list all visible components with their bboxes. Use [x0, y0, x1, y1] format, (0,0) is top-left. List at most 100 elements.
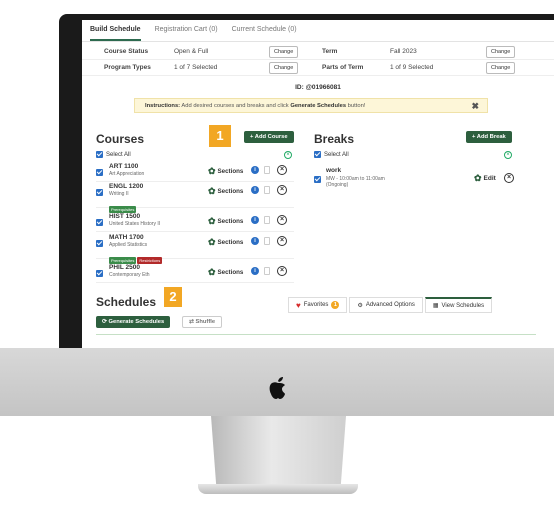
add-course-button[interactable]: + Add Course	[244, 131, 294, 143]
instructions-banner: Instructions: Add desired courses and br…	[134, 98, 488, 113]
shuffle-button[interactable]: ⇄ Shuffle	[182, 316, 223, 328]
course-name: Writing II	[109, 191, 129, 197]
close-icon[interactable]: ✖	[471, 101, 479, 112]
course-name: Contemporary Eth	[109, 272, 150, 278]
lock-icon[interactable]	[264, 216, 270, 224]
change-term-button[interactable]: Change	[486, 46, 516, 58]
course-row: MATH 1700 Applied Statistics Prerequisit…	[96, 233, 294, 264]
gear-icon: ✿	[208, 186, 216, 196]
info-icon[interactable]: i	[251, 216, 259, 224]
course-status-value: Open & Full	[174, 48, 209, 55]
remove-icon[interactable]: ×	[277, 266, 287, 276]
callout-badge-2: 2	[164, 287, 182, 307]
change-course-status-button[interactable]: Change	[269, 46, 299, 58]
courses-select-all-label: Select All	[106, 152, 131, 159]
checkbox-icon[interactable]	[314, 176, 321, 183]
imac-mockup: Build Schedule Registration Cart (0) Cur…	[0, 0, 554, 512]
checkbox-icon[interactable]	[96, 219, 103, 226]
sections-label: Sections	[217, 218, 244, 226]
instructions-bold: Generate Schedules	[290, 103, 347, 109]
remove-icon[interactable]: ×	[277, 215, 287, 225]
student-id: ID: @01966081	[295, 84, 341, 91]
divider	[96, 334, 536, 335]
breaks-select-all[interactable]: Select All	[314, 151, 349, 158]
sections-label: Sections	[217, 269, 244, 277]
gear-icon: ✿	[208, 267, 216, 277]
break-note: (Ongoing)	[326, 182, 349, 188]
checkbox-icon[interactable]	[96, 151, 103, 158]
course-code: ART 1100	[109, 163, 139, 170]
checkbox-icon[interactable]	[96, 169, 103, 176]
favorites-count-badge: 1	[331, 301, 340, 309]
gears-icon: ⚙	[357, 302, 363, 309]
tab-build-schedule[interactable]: Build Schedule	[90, 26, 141, 41]
status-row-1: Course Status Open & Full Change Term Fa…	[82, 44, 554, 60]
checkbox-icon[interactable]	[96, 240, 103, 247]
gear-icon: ✿	[208, 237, 216, 247]
break-name: work	[326, 167, 342, 174]
remove-icon[interactable]: ×	[277, 236, 287, 246]
tab-registration-cart[interactable]: Registration Cart (0)	[155, 26, 218, 41]
course-code: HIST 1500	[109, 213, 141, 220]
courses-select-all[interactable]: Select All	[96, 151, 131, 158]
info-icon[interactable]: i	[251, 237, 259, 245]
heart-icon: ♥	[296, 300, 301, 310]
sections-button[interactable]: ✿ Sections	[208, 267, 243, 278]
change-program-types-button[interactable]: Change	[269, 62, 299, 74]
status-row-2: Program Types 1 of 7 Selected Change Par…	[82, 60, 554, 76]
edit-break-button[interactable]: ✿ Edit	[474, 173, 496, 184]
shuffle-label: Shuffle	[195, 319, 216, 325]
instructions-text: Add desired courses and breaks and click	[180, 103, 291, 109]
lock-icon[interactable]	[264, 186, 270, 194]
favorites-label: Favorites	[303, 302, 329, 308]
info-icon[interactable]: i	[251, 186, 259, 194]
change-parts-of-term-button[interactable]: Change	[486, 62, 516, 74]
course-status-label: Course Status	[104, 48, 149, 55]
advanced-options-button[interactable]: ⚙ Advanced Options	[349, 297, 423, 313]
remove-icon[interactable]: ×	[504, 173, 514, 183]
clear-breaks-icon[interactable]: ×	[504, 151, 512, 159]
course-code: PHIL 2500	[109, 264, 140, 271]
sections-button[interactable]: ✿ Sections	[208, 237, 243, 248]
advanced-options-label: Advanced Options	[365, 302, 415, 308]
schedule-toolbar: ♥ Favorites 1 ⚙ Advanced Options ▦ View Sche…	[288, 297, 494, 313]
checkbox-icon[interactable]	[314, 151, 321, 158]
remove-icon[interactable]: ×	[277, 185, 287, 195]
sections-button[interactable]: ✿ Sections	[208, 166, 243, 177]
parts-of-term-label: Parts of Term	[322, 64, 364, 71]
tab-current-schedule[interactable]: Current Schedule (0)	[232, 26, 297, 41]
course-code: ENGL 1200	[109, 183, 144, 190]
parts-of-term-value: 1 of 9 Selected	[390, 64, 434, 71]
gear-icon: ✿	[474, 173, 482, 183]
course-name: Art Appreciation	[109, 171, 145, 177]
term-label: Term	[322, 48, 338, 55]
instructions-prefix: Instructions:	[145, 103, 181, 109]
sections-label: Sections	[217, 239, 244, 247]
sections-button[interactable]: ✿ Sections	[208, 216, 243, 227]
add-break-button[interactable]: + Add Break	[466, 131, 512, 143]
view-schedules-button[interactable]: ▦ View Schedules	[424, 297, 493, 313]
lock-icon[interactable]	[264, 166, 270, 174]
instructions-suffix: button!	[346, 103, 366, 109]
course-code: MATH 1700	[109, 234, 144, 241]
clear-courses-icon[interactable]: ×	[284, 151, 292, 159]
edit-label: Edit	[483, 175, 496, 183]
schedules-title: Schedules	[96, 295, 157, 309]
status-grid: Course Status Open & Full Change Term Fa…	[82, 44, 554, 76]
info-icon[interactable]: i	[251, 166, 259, 174]
sections-button[interactable]: ✿ Sections	[208, 186, 243, 197]
generate-schedules-label: Generate Schedules	[108, 319, 165, 325]
break-details: MW - 10:00am to 11:00am (Ongoing)	[326, 176, 385, 188]
favorites-button[interactable]: ♥ Favorites 1	[288, 297, 348, 313]
lock-icon[interactable]	[264, 267, 270, 275]
lock-icon[interactable]	[264, 237, 270, 245]
checkbox-icon[interactable]	[96, 270, 103, 277]
sections-label: Sections	[217, 168, 244, 176]
remove-icon[interactable]: ×	[277, 165, 287, 175]
gear-icon: ✿	[208, 216, 216, 226]
checkbox-icon[interactable]	[96, 189, 103, 196]
generate-schedules-button[interactable]: ⟳ Generate Schedules	[96, 316, 171, 328]
info-icon[interactable]: i	[251, 267, 259, 275]
course-name: Applied Statistics	[109, 242, 148, 248]
view-schedules-label: View Schedules	[441, 302, 485, 309]
